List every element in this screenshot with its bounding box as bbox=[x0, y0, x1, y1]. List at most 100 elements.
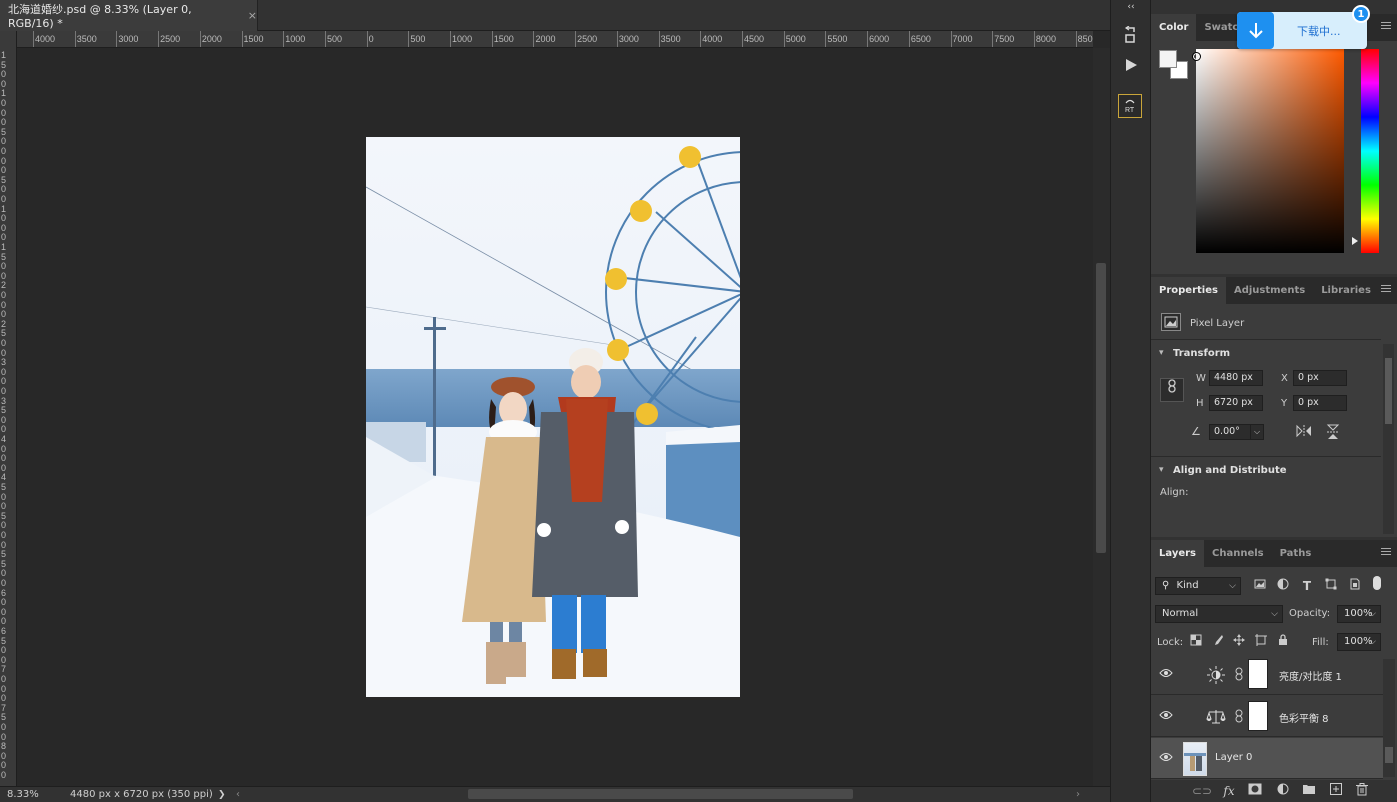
filter-pixel-icon[interactable] bbox=[1252, 578, 1268, 594]
scroll-left-icon[interactable]: ‹ bbox=[236, 789, 240, 800]
chevron-down-icon: ⌵ bbox=[1369, 637, 1376, 647]
flip-vertical-icon[interactable] bbox=[1325, 424, 1341, 440]
fill-field[interactable]: 100% ⌵ bbox=[1337, 633, 1381, 651]
lock-image-pixels-icon[interactable] bbox=[1210, 634, 1226, 650]
ruler-tick-label: 3500 bbox=[660, 34, 681, 44]
tab-paths[interactable]: Paths bbox=[1272, 540, 1320, 567]
ruler-tick-label: 500 bbox=[410, 34, 426, 44]
layer-mask-thumbnail[interactable] bbox=[1248, 659, 1268, 689]
color-picker-cursor[interactable] bbox=[1192, 52, 1201, 61]
hue-slider-handle[interactable] bbox=[1352, 237, 1358, 245]
tab-properties[interactable]: Properties bbox=[1151, 277, 1226, 304]
color-panel-menu-icon[interactable] bbox=[1381, 22, 1391, 32]
layer-filter-kind-dropdown[interactable]: ⚲ Kind ⌵ bbox=[1155, 577, 1241, 595]
download-arrow-icon[interactable] bbox=[1237, 12, 1274, 49]
status-menu-arrow[interactable]: ❯ bbox=[218, 790, 226, 800]
layers-scrollbar-thumb[interactable] bbox=[1385, 747, 1393, 763]
x-label: X bbox=[1281, 373, 1288, 384]
filter-adjustment-icon[interactable] bbox=[1275, 578, 1291, 594]
link-dimensions-icon[interactable] bbox=[1160, 378, 1184, 402]
properties-scrollbar[interactable] bbox=[1383, 344, 1394, 534]
y-label: Y bbox=[1281, 398, 1288, 409]
filter-type-icon[interactable]: T bbox=[1299, 578, 1315, 594]
vertical-scrollbar-thumb[interactable] bbox=[1096, 263, 1106, 553]
layer-name[interactable]: Layer 0 bbox=[1215, 752, 1252, 763]
width-field[interactable]: 4480 px bbox=[1209, 370, 1263, 386]
y-position-field[interactable]: 0 px bbox=[1293, 395, 1347, 411]
close-tab-icon[interactable]: × bbox=[248, 9, 257, 22]
ruler-tick bbox=[950, 31, 952, 47]
new-layer-icon[interactable] bbox=[1328, 783, 1344, 799]
document-tab[interactable]: 北海道婚纱.psd @ 8.33% (Layer 0, RGB/16) * × bbox=[0, 0, 258, 31]
layers-panel-menu-icon[interactable] bbox=[1381, 548, 1391, 558]
actions-play-icon[interactable] bbox=[1119, 54, 1143, 76]
blend-mode-dropdown[interactable]: Normal ⌵ bbox=[1155, 605, 1283, 623]
visibility-eye-icon[interactable] bbox=[1159, 751, 1173, 765]
layer-name[interactable]: 色彩平衡 8 bbox=[1279, 710, 1329, 725]
layer-style-fx-icon[interactable]: fx bbox=[1221, 783, 1237, 799]
rotation-field[interactable]: 0.00° bbox=[1209, 424, 1251, 440]
ruler-tick-label: 7500 bbox=[994, 34, 1015, 44]
layer-thumbnail[interactable] bbox=[1183, 742, 1207, 776]
filter-toggle-icon[interactable] bbox=[1373, 576, 1381, 590]
ruler-tick-label: 0 bbox=[1, 290, 7, 300]
layer-name[interactable]: 亮度/对比度 1 bbox=[1279, 668, 1342, 683]
lock-position-icon[interactable] bbox=[1231, 634, 1247, 650]
ruler-tick-label: 2000 bbox=[535, 34, 556, 44]
properties-scrollbar-thumb[interactable] bbox=[1385, 358, 1392, 424]
ruler-tick-label: 6000 bbox=[869, 34, 890, 44]
layer-row-brightness-contrast[interactable]: 亮度/对比度 1 bbox=[1151, 654, 1383, 695]
visibility-eye-icon[interactable] bbox=[1159, 709, 1173, 723]
layer-row-color-balance[interactable]: 色彩平衡 8 bbox=[1151, 696, 1383, 737]
document-canvas-image[interactable] bbox=[366, 137, 740, 697]
history-icon[interactable] bbox=[1119, 24, 1143, 46]
align-section-title[interactable]: Align and Distribute bbox=[1151, 465, 1397, 476]
lock-transparent-pixels-icon[interactable] bbox=[1188, 634, 1204, 650]
chain-link-icon[interactable] bbox=[1235, 709, 1243, 726]
layer-mask-thumbnail[interactable] bbox=[1248, 701, 1268, 731]
hue-slider[interactable] bbox=[1361, 49, 1379, 253]
lock-label: Lock: bbox=[1157, 637, 1184, 648]
filter-shape-icon[interactable] bbox=[1323, 578, 1339, 594]
color-picker-field[interactable] bbox=[1192, 49, 1344, 253]
ruler-tick bbox=[408, 31, 410, 47]
foreground-color-swatch[interactable] bbox=[1159, 50, 1177, 68]
chain-link-icon[interactable] bbox=[1235, 667, 1243, 684]
add-mask-icon[interactable] bbox=[1247, 783, 1263, 799]
visibility-eye-icon[interactable] bbox=[1159, 667, 1173, 681]
zoom-level[interactable]: 8.33% bbox=[7, 789, 39, 800]
scroll-right-icon[interactable]: › bbox=[1076, 789, 1080, 800]
height-field[interactable]: 6720 px bbox=[1209, 395, 1263, 411]
tab-layers[interactable]: Layers bbox=[1151, 540, 1204, 567]
tab-libraries[interactable]: Libraries bbox=[1313, 277, 1379, 304]
new-group-folder-icon[interactable] bbox=[1301, 783, 1317, 799]
delete-layer-trash-icon[interactable] bbox=[1354, 783, 1370, 799]
layers-scrollbar[interactable] bbox=[1383, 659, 1395, 777]
plugin-rt-icon[interactable]: RT bbox=[1118, 94, 1142, 118]
layer-row-layer-0[interactable]: Layer 0 bbox=[1151, 738, 1383, 779]
collapse-chevron-icon[interactable]: ‹‹ bbox=[1119, 2, 1143, 12]
properties-panel-menu-icon[interactable] bbox=[1381, 285, 1391, 295]
x-position-field[interactable]: 0 px bbox=[1293, 370, 1347, 386]
filter-smart-object-icon[interactable] bbox=[1347, 578, 1363, 594]
rotation-dropdown-icon[interactable]: ⌵ bbox=[1250, 424, 1264, 440]
ruler-tick-label: 0 bbox=[1, 501, 7, 512]
ruler-tick-label: 0 bbox=[1, 213, 7, 224]
transform-section-title[interactable]: Transform bbox=[1151, 348, 1397, 359]
opacity-field[interactable]: 100% ⌵ bbox=[1337, 605, 1381, 623]
tab-channels[interactable]: Channels bbox=[1204, 540, 1272, 567]
lock-artboard-icon[interactable] bbox=[1253, 634, 1269, 650]
link-layers-icon[interactable]: ⊂⊃ bbox=[1192, 783, 1212, 799]
layers-panel-tabs: Layers Channels Paths bbox=[1151, 540, 1397, 567]
ruler-tick-label: 4 bbox=[1, 434, 7, 444]
ruler-tick bbox=[116, 31, 118, 47]
new-adjustment-layer-icon[interactable] bbox=[1275, 783, 1291, 799]
ruler-tick bbox=[700, 31, 702, 47]
ruler-tick-label: 0 bbox=[368, 34, 374, 44]
tab-adjustments[interactable]: Adjustments bbox=[1226, 277, 1313, 304]
horizontal-scrollbar-thumb[interactable] bbox=[468, 789, 853, 799]
tab-color[interactable]: Color bbox=[1151, 14, 1197, 41]
width-label: W bbox=[1196, 373, 1206, 384]
flip-horizontal-icon[interactable] bbox=[1296, 424, 1312, 440]
lock-all-icon[interactable] bbox=[1275, 634, 1291, 650]
